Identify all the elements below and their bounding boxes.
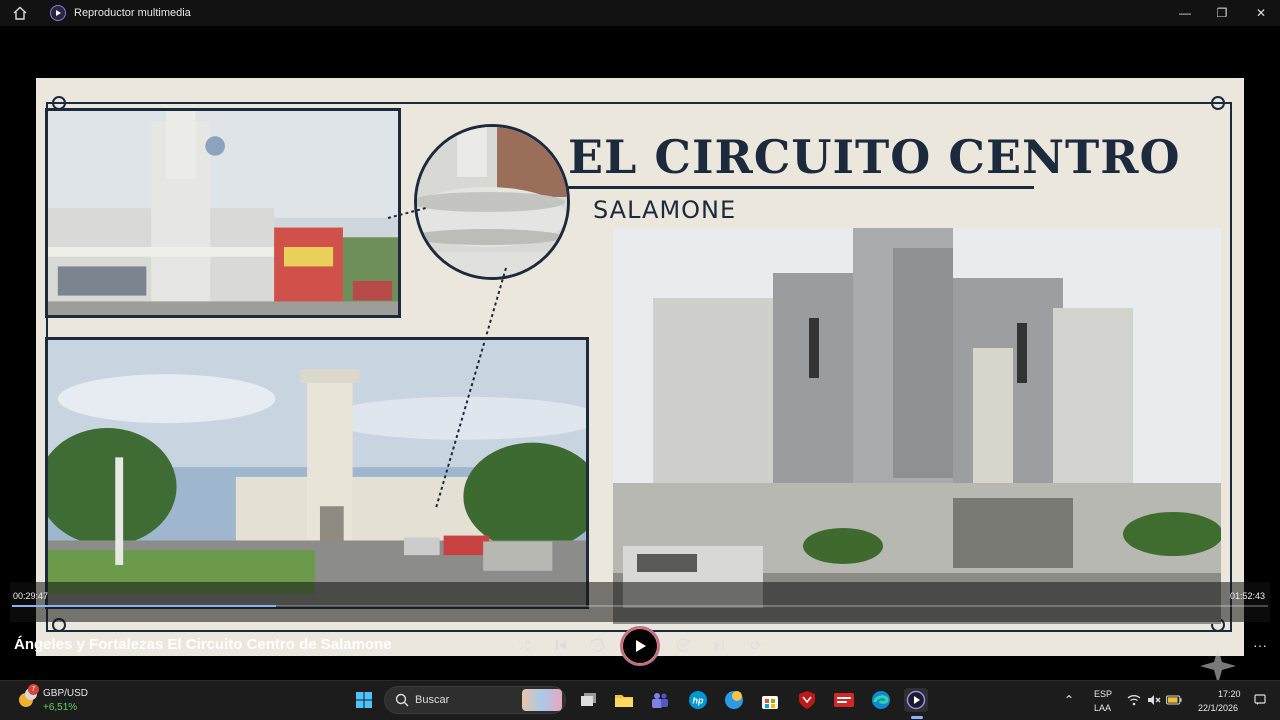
slide-title: EL CIRCUITO CENTRO bbox=[568, 130, 1181, 184]
battery-button[interactable] bbox=[1166, 692, 1182, 708]
file-explorer-button[interactable] bbox=[612, 688, 636, 712]
seek-bar-area bbox=[10, 582, 1270, 622]
mcafee-button[interactable] bbox=[795, 688, 819, 712]
play-icon bbox=[636, 640, 646, 652]
video-frame[interactable]: EL CIRCUITO CENTRO SALAMONE bbox=[36, 78, 1244, 656]
language-indicator-bottom[interactable]: LAA bbox=[1094, 703, 1111, 713]
corner-ornament bbox=[1211, 96, 1225, 110]
show-hidden-icons-chevron[interactable]: ⌃ bbox=[1064, 693, 1074, 707]
title-underline bbox=[566, 186, 1034, 189]
market-widget-icon: 7 bbox=[16, 684, 39, 708]
edge-button[interactable] bbox=[869, 688, 893, 712]
market-widget[interactable]: 7 bbox=[16, 684, 39, 708]
play-button[interactable] bbox=[620, 626, 660, 666]
repeat-icon: ⟳ bbox=[750, 636, 762, 653]
search-highlight-image bbox=[522, 689, 562, 711]
minimize-button[interactable]: — bbox=[1168, 0, 1202, 26]
folder-icon bbox=[615, 695, 633, 707]
svg-text:hp: hp bbox=[693, 696, 704, 706]
next-button[interactable] bbox=[707, 633, 731, 657]
active-app-indicator bbox=[911, 716, 923, 719]
window-title: Reproductor multimedia bbox=[74, 7, 191, 19]
rewind-seconds: 10 bbox=[595, 642, 603, 649]
windows-taskbar bbox=[0, 680, 1280, 720]
market-widget-label: GBP/USD bbox=[43, 688, 89, 699]
app-icon bbox=[50, 5, 66, 21]
forward-30-button[interactable]: 30 bbox=[671, 633, 695, 657]
start-button[interactable] bbox=[352, 688, 376, 712]
shuffle-icon: ⤮ bbox=[518, 636, 530, 653]
repeat-button[interactable]: ⟳ bbox=[744, 633, 768, 657]
task-view-button[interactable] bbox=[577, 688, 601, 712]
language-indicator-top[interactable]: ESP bbox=[1094, 689, 1112, 699]
home-icon[interactable] bbox=[12, 5, 28, 21]
battery-icon bbox=[1166, 695, 1182, 705]
volume-button[interactable] bbox=[1146, 692, 1162, 708]
media-player-icon bbox=[906, 690, 926, 710]
media-player-taskbar-button[interactable] bbox=[904, 688, 928, 712]
photo-fortress-building bbox=[613, 228, 1221, 624]
chrome-like-button[interactable] bbox=[722, 688, 746, 712]
edge-icon bbox=[872, 691, 890, 709]
wifi-button[interactable] bbox=[1126, 692, 1142, 708]
store-icon bbox=[762, 696, 778, 709]
teams-button[interactable] bbox=[648, 688, 672, 712]
remaining-time: 01:52:43 bbox=[1230, 591, 1266, 601]
elapsed-time: 00:29:47 bbox=[13, 591, 49, 601]
volume-muted-icon bbox=[1148, 695, 1161, 705]
browser-yellow-icon bbox=[725, 691, 743, 709]
media-title: Ángeles y Fortalezas El Circuito Centro … bbox=[14, 636, 392, 653]
news-icon bbox=[834, 693, 854, 707]
hp-app-button[interactable]: hp bbox=[686, 688, 710, 712]
store-button[interactable] bbox=[758, 688, 782, 712]
market-widget-value: +6,51% bbox=[43, 702, 78, 713]
close-button[interactable]: ✕ bbox=[1244, 0, 1278, 26]
notification-icon bbox=[1254, 694, 1266, 705]
slide-subtitle: SALAMONE bbox=[593, 196, 737, 224]
seek-slider[interactable] bbox=[12, 605, 1268, 607]
shuffle-button[interactable]: ⤮ bbox=[512, 633, 536, 657]
clock-date[interactable]: 22/1/2026 bbox=[1198, 703, 1238, 713]
wifi-icon bbox=[1127, 695, 1141, 706]
maximize-button[interactable]: ❐ bbox=[1205, 0, 1239, 26]
search-icon bbox=[395, 693, 409, 707]
shield-icon bbox=[799, 691, 815, 709]
forward-seconds: 30 bbox=[679, 642, 687, 649]
previous-icon bbox=[556, 640, 566, 650]
rewind-10-button[interactable]: 10 bbox=[586, 633, 610, 657]
clock-time[interactable]: 17:20 bbox=[1218, 689, 1241, 699]
teams-icon bbox=[652, 693, 668, 708]
next-icon bbox=[714, 640, 724, 650]
hp-logo-icon: hp bbox=[689, 691, 707, 709]
media-player-window: Reproductor multimedia — ❐ ✕ EL CIRCUITO… bbox=[0, 0, 1280, 720]
windows-logo-icon bbox=[356, 692, 372, 708]
notifications-button[interactable] bbox=[1252, 692, 1268, 708]
news-app-button[interactable] bbox=[832, 688, 856, 712]
search-placeholder: Buscar bbox=[415, 694, 450, 706]
notification-badge: 7 bbox=[28, 684, 39, 695]
previous-button[interactable] bbox=[549, 633, 573, 657]
seek-progress-fill bbox=[12, 605, 276, 607]
connector-dotted-line bbox=[387, 207, 507, 509]
task-view-icon bbox=[581, 693, 596, 706]
photo-town-hall-street bbox=[45, 108, 401, 318]
title-bar: Reproductor multimedia — ❐ ✕ bbox=[0, 0, 1280, 26]
more-options-button[interactable]: ··· bbox=[1253, 637, 1267, 653]
